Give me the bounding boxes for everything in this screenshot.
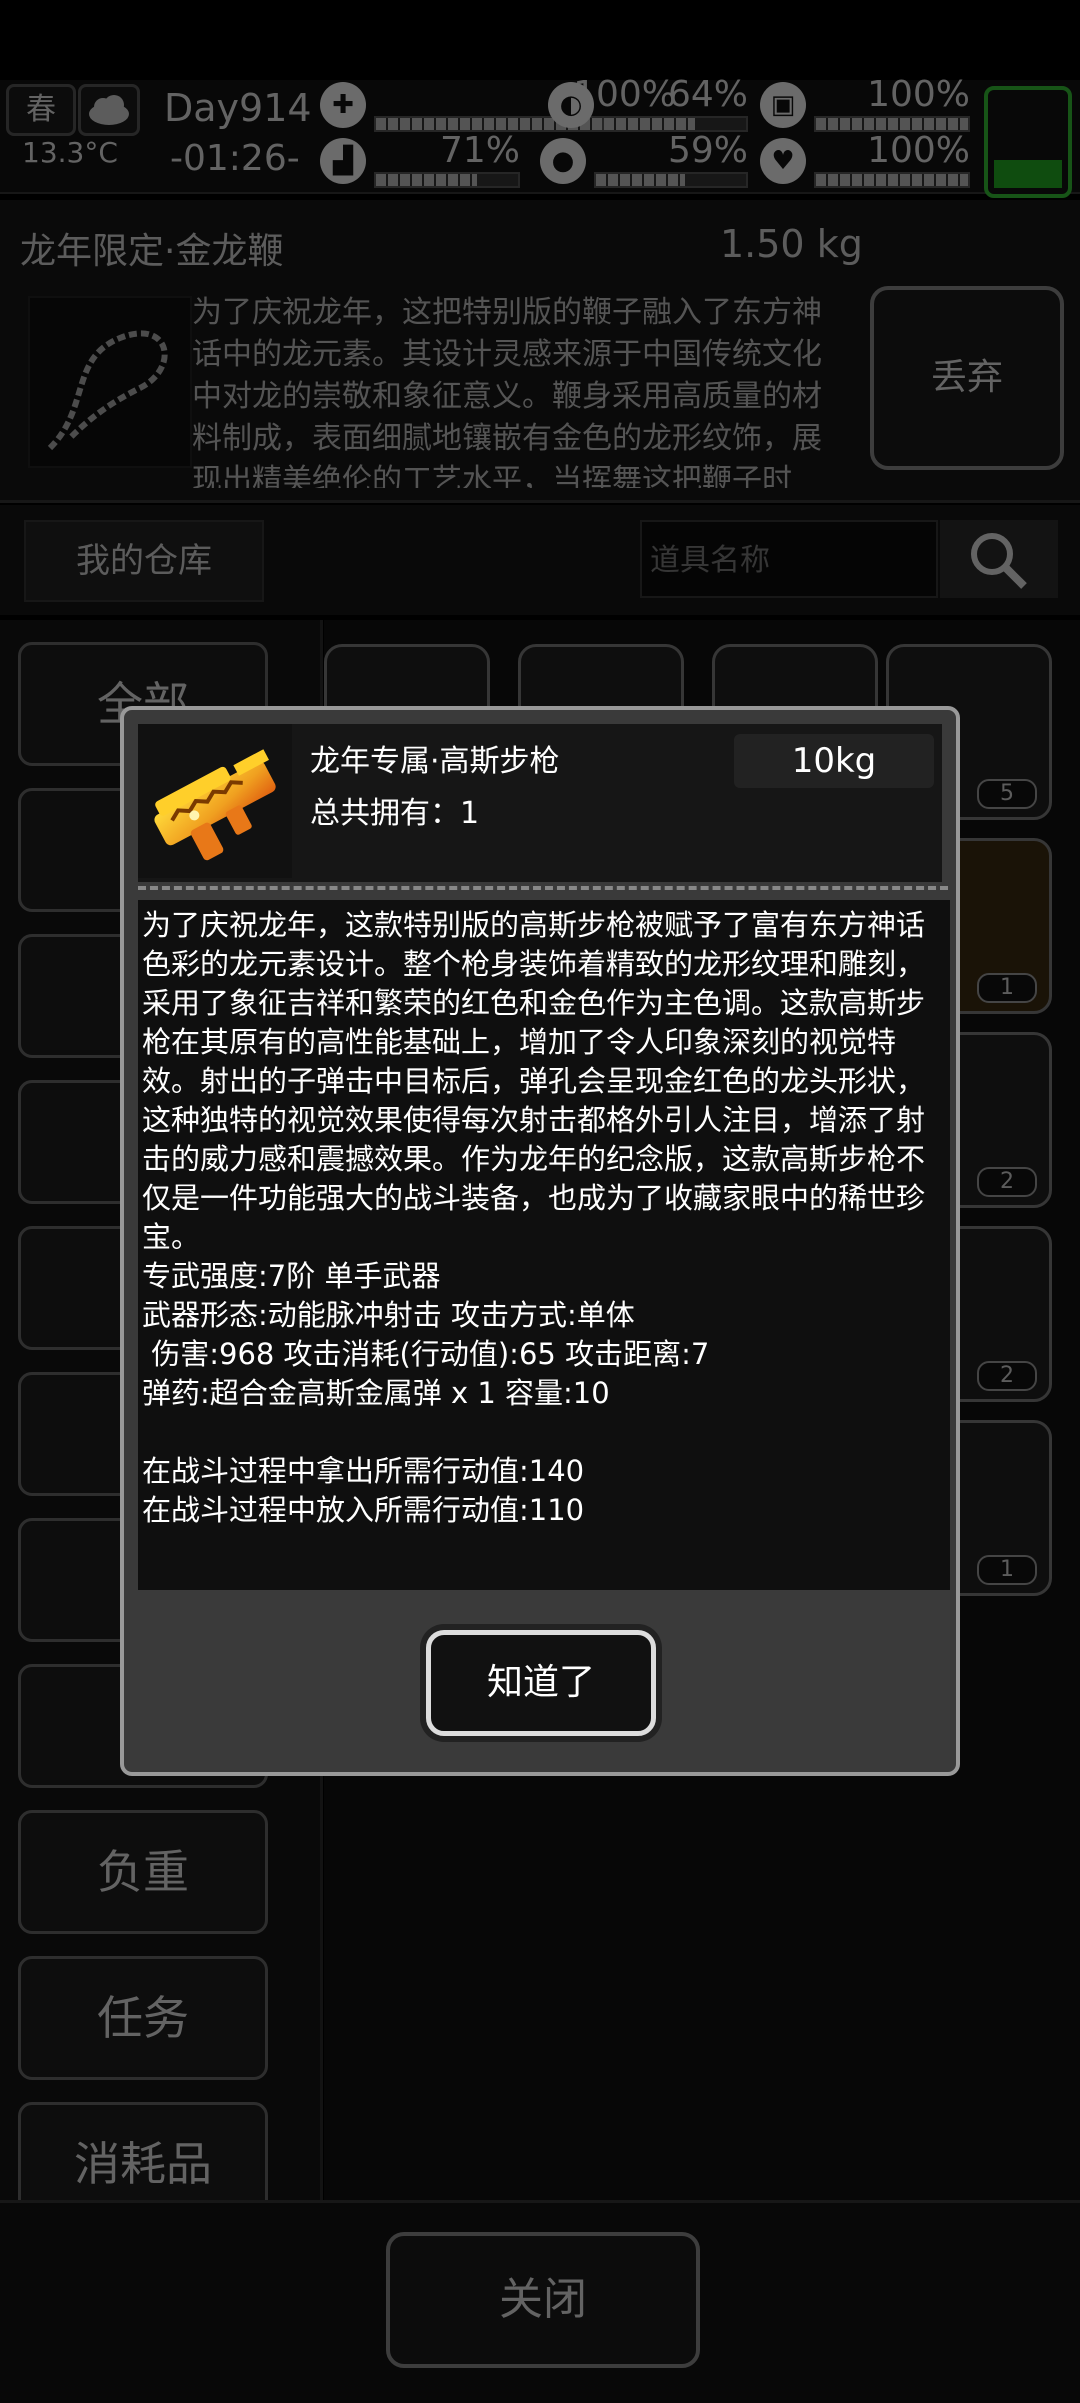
battery-level	[994, 160, 1062, 188]
item-count: 2	[977, 1167, 1037, 1197]
heart-icon: ♥	[760, 138, 806, 184]
stomach-icon: ◐	[548, 82, 594, 128]
discard-button[interactable]: 丢弃	[870, 286, 1064, 470]
stat-thirst-fill	[596, 174, 685, 186]
dialog-text: 为了庆祝龙年，这款特别版的高斯步枪被赋予了富有东方神话色彩的龙元素设计。整个枪身…	[142, 898, 932, 1530]
dialog-ap-line: 在战斗过程中放入所需行动值:110	[142, 1493, 585, 1527]
item-weight: 1.50 kg	[720, 222, 863, 266]
stat-mood-value: 100%	[867, 130, 970, 171]
whip-icon	[28, 296, 192, 468]
dialog-stat-line: 武器形态:动能脉冲射击 攻击方式:单体	[142, 1298, 635, 1332]
stat-mood: ♥ 100%	[760, 130, 970, 190]
stat-hunger-fill	[604, 118, 695, 130]
dialog-item-weight: 10kg	[734, 734, 934, 788]
status-bar	[0, 0, 1080, 80]
stat-hunger: ◐ 64%	[548, 74, 748, 134]
stat-stamina-value: 71%	[439, 130, 520, 171]
dialog-owned-count: 总共拥有：1	[310, 796, 480, 831]
gauss-rifle-icon	[138, 724, 292, 878]
dialog-stat-line: 弹药:超合金高斯金属弹 x 1 容量:10	[142, 1376, 610, 1410]
battery-icon	[984, 86, 1072, 198]
stat-armor-fill	[816, 118, 968, 130]
dialog-stat-line: 专武强度:7阶 单手武器	[142, 1259, 441, 1293]
stat-armor: ▣ 100%	[760, 74, 970, 134]
ok-button[interactable]: 知道了	[426, 1630, 656, 1736]
dialog-item-name: 龙年专属·高斯步枪	[310, 744, 560, 779]
temperature-label: 13.3°C	[22, 136, 118, 169]
category-quests[interactable]: 任务	[18, 1956, 268, 2080]
armor-icon: ▣	[760, 82, 806, 128]
item-count: 2	[977, 1361, 1037, 1391]
weather-cloud-icon	[78, 84, 140, 136]
dashed-divider	[138, 886, 948, 890]
stat-thirst: ● 59%	[540, 130, 748, 190]
item-title: 龙年限定·金龙鞭	[20, 231, 284, 272]
item-description: 为了庆祝龙年，这把特别版的鞭子融入了东方神话中的龙元素。其设计灵感来源于中国传统…	[192, 295, 822, 488]
medkit-icon: ✚	[320, 82, 366, 128]
season-label: 春	[26, 92, 56, 127]
search-button[interactable]	[940, 520, 1058, 598]
day-label: Day914	[164, 86, 312, 130]
stat-thirst-value: 59%	[667, 130, 748, 171]
water-drop-icon: ●	[540, 138, 586, 184]
stat-stamina: ▟ 71%	[320, 130, 520, 190]
item-count: 1	[977, 973, 1037, 1003]
search-icon	[971, 533, 1027, 589]
category-load[interactable]: 负重	[18, 1810, 268, 1934]
season-badge: 春	[6, 84, 76, 136]
stat-mood-fill	[816, 174, 968, 186]
search-input[interactable]: 道具名称	[640, 520, 938, 598]
stat-armor-value: 100%	[867, 74, 970, 115]
stat-hunger-value: 64%	[667, 74, 748, 115]
dialog-spacer	[142, 1413, 932, 1452]
item-count: 5	[977, 779, 1037, 809]
close-button[interactable]: 关闭	[386, 2232, 700, 2368]
item-count: 1	[977, 1555, 1037, 1585]
dialog-description: 为了庆祝龙年，这款特别版的高斯步枪被赋予了富有东方神话色彩的龙元素设计。整个枪身…	[142, 908, 926, 1254]
time-label: -01:26-	[170, 138, 300, 179]
boot-icon: ▟	[320, 138, 366, 184]
item-info-dialog: 龙年专属·高斯步枪 10kg 总共拥有：1 为了庆祝龙年，这款特别版的高斯步枪被…	[120, 706, 960, 1776]
warehouse-label[interactable]: 我的仓库	[24, 520, 264, 602]
dialog-stat-line: 伤害:968 攻击消耗(行动值):65 攻击距离:7	[142, 1337, 710, 1371]
stat-stamina-fill	[376, 174, 477, 186]
dialog-ap-line: 在战斗过程中拿出所需行动值:140	[142, 1454, 585, 1488]
hud-bar: 春 13.3°C Day914 -01:26- ✚ 100% ◐ 64% ▣ 1…	[0, 74, 1080, 194]
